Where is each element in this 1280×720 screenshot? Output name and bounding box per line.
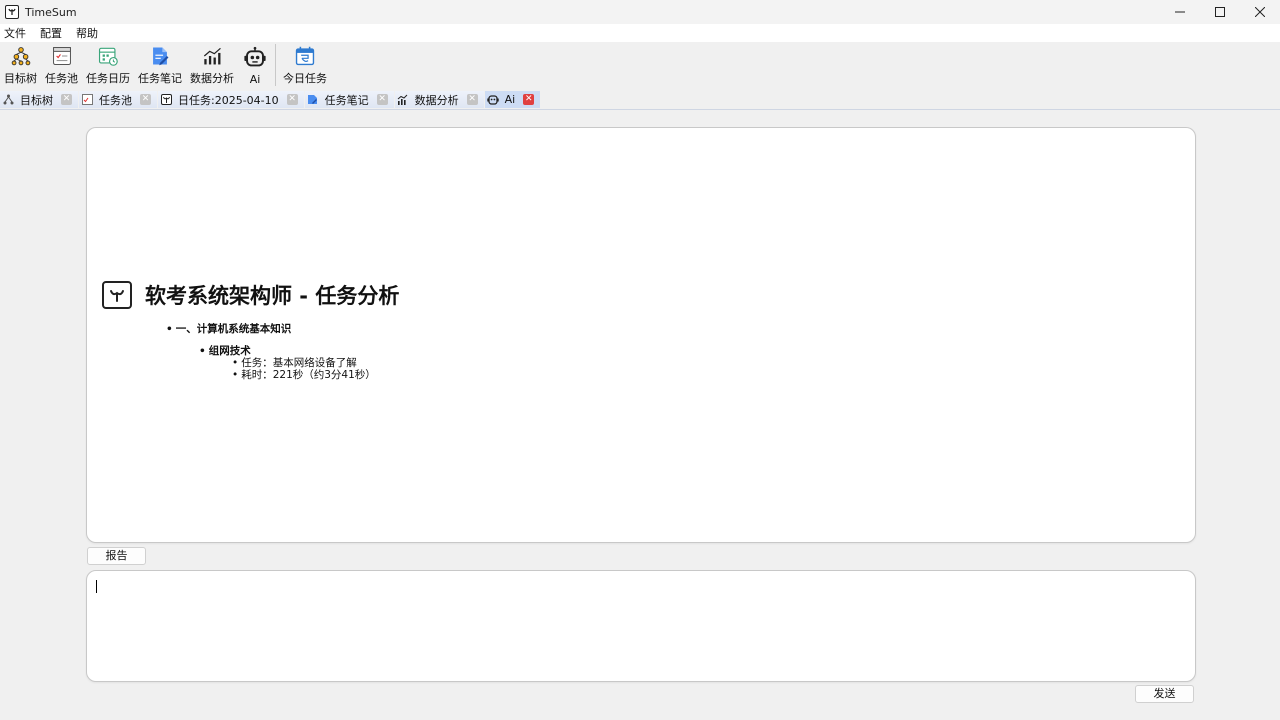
report-item-text: 耗时：221秒（约3分41秒） xyxy=(241,369,376,381)
tab-bar: 目标树 ✕ 任务池 ✕ 日任务:2025-04-10 ✕ 任务笔记 ✕ 数据分析… xyxy=(0,90,1280,110)
task-pool-icon xyxy=(81,94,93,106)
tab-daily-task[interactable]: 日任务:2025-04-10 ✕ xyxy=(158,91,304,108)
app-logo-icon xyxy=(102,281,132,309)
tab-task-pool[interactable]: 任务池 ✕ xyxy=(79,91,157,108)
toolbar-data-analysis-button[interactable]: 数据分析 xyxy=(186,42,238,86)
toolbar-label: 任务池 xyxy=(45,72,78,85)
close-icon xyxy=(1255,7,1265,17)
report-title: 软考系统架构师 - 任务分析 xyxy=(145,284,400,308)
toolbar-task-calendar-button[interactable]: 任务日历 xyxy=(82,42,134,86)
send-button[interactable]: 发送 xyxy=(1135,685,1194,703)
text-caret xyxy=(96,580,97,593)
tab-close-button[interactable]: ✕ xyxy=(523,94,535,105)
window-title: TimeSum xyxy=(25,5,77,19)
maximize-button[interactable] xyxy=(1200,0,1240,24)
tab-label: 任务笔记 xyxy=(324,93,369,107)
tab-label: 目标树 xyxy=(20,93,53,107)
menu-bar: 文件 配置 帮助 xyxy=(0,24,1280,42)
robot-icon xyxy=(486,94,499,106)
chat-input-field[interactable] xyxy=(86,570,1196,682)
minimize-button[interactable] xyxy=(1160,0,1200,24)
title-bar: TimeSum xyxy=(0,0,1280,24)
close-window-button[interactable] xyxy=(1240,0,1280,24)
toolbar-today-tasks-button[interactable]: 今日任务 xyxy=(279,42,331,86)
goal-tree-icon xyxy=(11,47,30,66)
tab-data-analysis[interactable]: 数据分析 ✕ xyxy=(394,91,484,108)
toolbar-task-notes-button[interactable]: 任务笔记 xyxy=(134,42,186,86)
report-section: • 一、计算机系统基本知识 xyxy=(166,323,292,335)
toolbar-ai-button[interactable]: Ai xyxy=(238,42,272,86)
report-item: • 耗时：221秒（约3分41秒） xyxy=(232,369,376,381)
data-analysis-icon xyxy=(203,47,221,65)
report-button[interactable]: 报告 xyxy=(87,547,146,565)
today-tasks-icon xyxy=(295,46,315,66)
app-logo-icon xyxy=(160,94,172,106)
maximize-icon xyxy=(1215,7,1225,17)
data-analysis-icon xyxy=(397,94,409,106)
tab-goal-tree[interactable]: 目标树 ✕ xyxy=(0,91,78,108)
tab-label: 任务池 xyxy=(99,93,132,107)
tab-close-button[interactable]: ✕ xyxy=(140,94,151,105)
menu-config[interactable]: 配置 xyxy=(36,25,68,41)
menu-help[interactable]: 帮助 xyxy=(72,25,104,41)
toolbar-goal-tree-button[interactable]: 目标树 xyxy=(0,42,41,86)
menu-file[interactable]: 文件 xyxy=(0,25,32,41)
toolbar-separator xyxy=(275,44,276,86)
tab-task-notes[interactable]: 任务笔记 ✕ xyxy=(304,91,394,108)
minimize-icon xyxy=(1175,11,1185,13)
tab-label: Ai xyxy=(504,93,516,106)
toolbar-label: 任务日历 xyxy=(86,72,130,85)
report-header: 软考系统架构师 - 任务分析 xyxy=(102,280,399,310)
task-notes-icon xyxy=(153,47,169,66)
toolbar-label: 目标树 xyxy=(4,72,37,85)
robot-icon xyxy=(244,46,266,67)
toolbar-label: Ai xyxy=(249,73,261,86)
tab-label: 数据分析 xyxy=(414,93,459,107)
goal-tree-icon xyxy=(2,94,14,106)
report-section-text: 一、计算机系统基本知识 xyxy=(175,323,292,335)
toolbar-label: 任务笔记 xyxy=(138,72,182,85)
toolbar-label: 数据分析 xyxy=(190,72,234,85)
tab-close-button[interactable]: ✕ xyxy=(286,94,298,105)
task-pool-icon xyxy=(52,47,71,65)
tab-close-button[interactable]: ✕ xyxy=(466,94,478,105)
tab-close-button[interactable]: ✕ xyxy=(376,94,388,105)
tab-ai[interactable]: Ai ✕ xyxy=(484,91,541,108)
task-notes-icon xyxy=(307,94,319,106)
tab-label: 日任务:2025-04-10 xyxy=(178,93,279,107)
toolbar: 目标树 任务池 任务日历 任务笔记 数据分析 Ai 今日任务 xyxy=(0,42,1280,90)
app-logo-icon xyxy=(5,5,19,19)
toolbar-label: 今日任务 xyxy=(283,72,327,85)
toolbar-task-pool-button[interactable]: 任务池 xyxy=(41,42,82,86)
task-calendar-icon xyxy=(98,47,118,66)
tab-close-button[interactable]: ✕ xyxy=(61,94,72,105)
